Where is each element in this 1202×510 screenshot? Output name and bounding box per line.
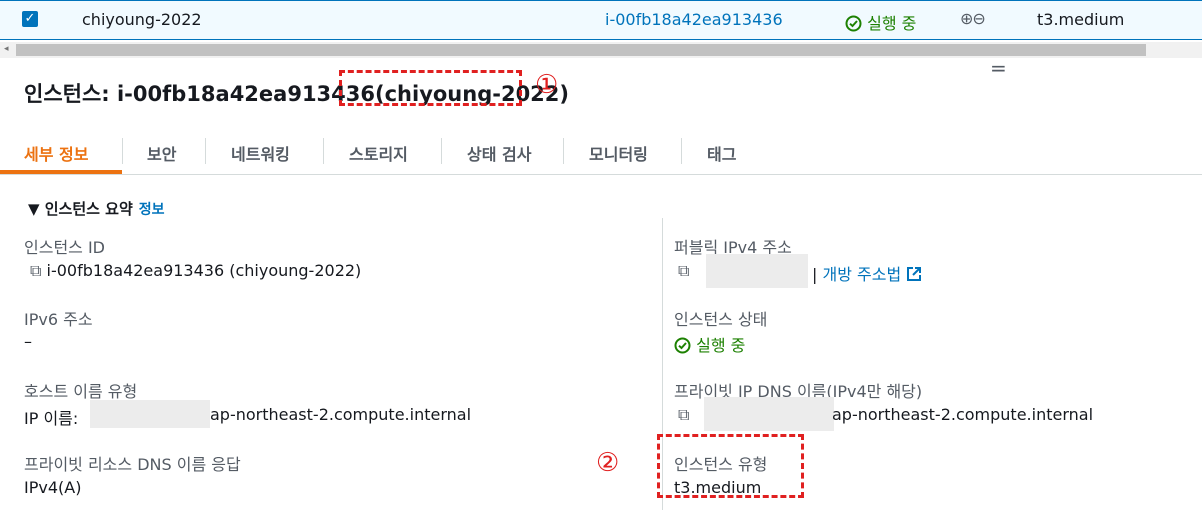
tab-tags[interactable]: 태그 <box>707 141 736 165</box>
panel-drag-handle[interactable]: = <box>990 56 1007 80</box>
private-dns-answer-value: IPv4(A) <box>24 478 82 497</box>
tab-divider <box>681 138 682 164</box>
tab-status-checks[interactable]: 상태 검사 <box>467 141 531 165</box>
tab-divider <box>563 138 564 164</box>
row-checkbox[interactable]: ✓ <box>22 11 38 27</box>
private-ip-dns-suffix: ap-northeast-2.compute.internal <box>832 405 1094 424</box>
annotation-box-1 <box>339 70 522 106</box>
ipv6-label: IPv6 주소 <box>24 310 93 329</box>
active-tab-indicator <box>0 170 122 174</box>
instance-id-value: i-00fb18a42ea913436 (chiyoung-2022) <box>46 261 362 280</box>
row-instance-id-link[interactable]: i-00fb18a42ea913436 <box>605 10 783 29</box>
row-zoom-controls[interactable]: ⊕⊖ <box>960 9 986 28</box>
tab-security[interactable]: 보안 <box>147 141 176 165</box>
redacted-area <box>704 397 834 431</box>
hostname-type-suffix: ap-northeast-2.compute.internal <box>210 405 472 424</box>
check-circle-icon <box>845 15 862 32</box>
instance-state-value: 실행 중 <box>696 336 746 355</box>
tab-divider <box>205 138 206 164</box>
row-instance-name: chiyoung-2022 <box>82 10 202 29</box>
tab-networking[interactable]: 네트워킹 <box>231 141 290 165</box>
instance-type-label: 인스턴스 유형 <box>674 455 768 474</box>
check-circle-icon <box>674 337 691 354</box>
instance-summary-title[interactable]: ▼ 인스턴스 요약 <box>28 200 133 218</box>
zoom-out-icon[interactable]: ⊖ <box>972 9 985 28</box>
info-link[interactable]: 정보 <box>139 202 165 218</box>
row-status-text: 실행 중 <box>867 14 917 33</box>
redacted-area <box>706 254 808 288</box>
external-link-icon[interactable] <box>906 266 922 282</box>
page-title-prefix: 인스턴스: i-00fb18a42ea913436 <box>24 82 375 106</box>
redacted-area <box>90 400 210 428</box>
instance-summary-header[interactable]: ▼ 인스턴스 요약 정보 <box>28 198 165 219</box>
instance-type-value: t3.medium <box>674 478 762 497</box>
instance-id-field: ⧉ i-00fb18a42ea913436 (chiyoung-2022) <box>30 261 361 281</box>
copy-icon[interactable]: ⧉ <box>678 405 689 425</box>
tab-monitoring[interactable]: 모니터링 <box>589 141 648 165</box>
public-ipv4-extra: | 개방 주소법 <box>812 261 922 285</box>
instance-state: 실행 중 <box>674 332 745 356</box>
open-address-link[interactable]: 개방 주소법 <box>822 265 901 284</box>
ipv6-value: – <box>24 332 32 351</box>
zoom-in-icon[interactable]: ⊕ <box>960 9 973 28</box>
row-instance-type: t3.medium <box>1037 10 1125 29</box>
copy-icon[interactable]: ⧉ <box>678 261 689 281</box>
tab-storage[interactable]: 스토리지 <box>349 141 408 165</box>
hostname-type-prefix: IP 이름: <box>24 409 79 428</box>
copy-icon[interactable]: ⧉ <box>30 261 41 280</box>
scrollbar-thumb[interactable] <box>16 44 1146 56</box>
instance-state-label: 인스턴스 상태 <box>674 310 768 329</box>
hostname-type-label: 호스트 이름 유형 <box>24 382 138 401</box>
annotation-number-1: ① <box>535 70 559 100</box>
tab-divider <box>323 138 324 164</box>
instance-id-label: 인스턴스 ID <box>24 238 106 257</box>
tab-divider <box>441 138 442 164</box>
tab-divider <box>122 138 123 164</box>
separator: | <box>812 265 818 284</box>
scroll-left-icon[interactable]: ◂ <box>4 44 9 54</box>
private-dns-answer-label: 프라이빗 리소스 DNS 이름 응답 <box>24 455 241 474</box>
annotation-number-2: ② <box>596 448 620 478</box>
row-status: 실행 중 <box>845 10 916 34</box>
tab-details[interactable]: 세부 정보 <box>24 141 88 165</box>
